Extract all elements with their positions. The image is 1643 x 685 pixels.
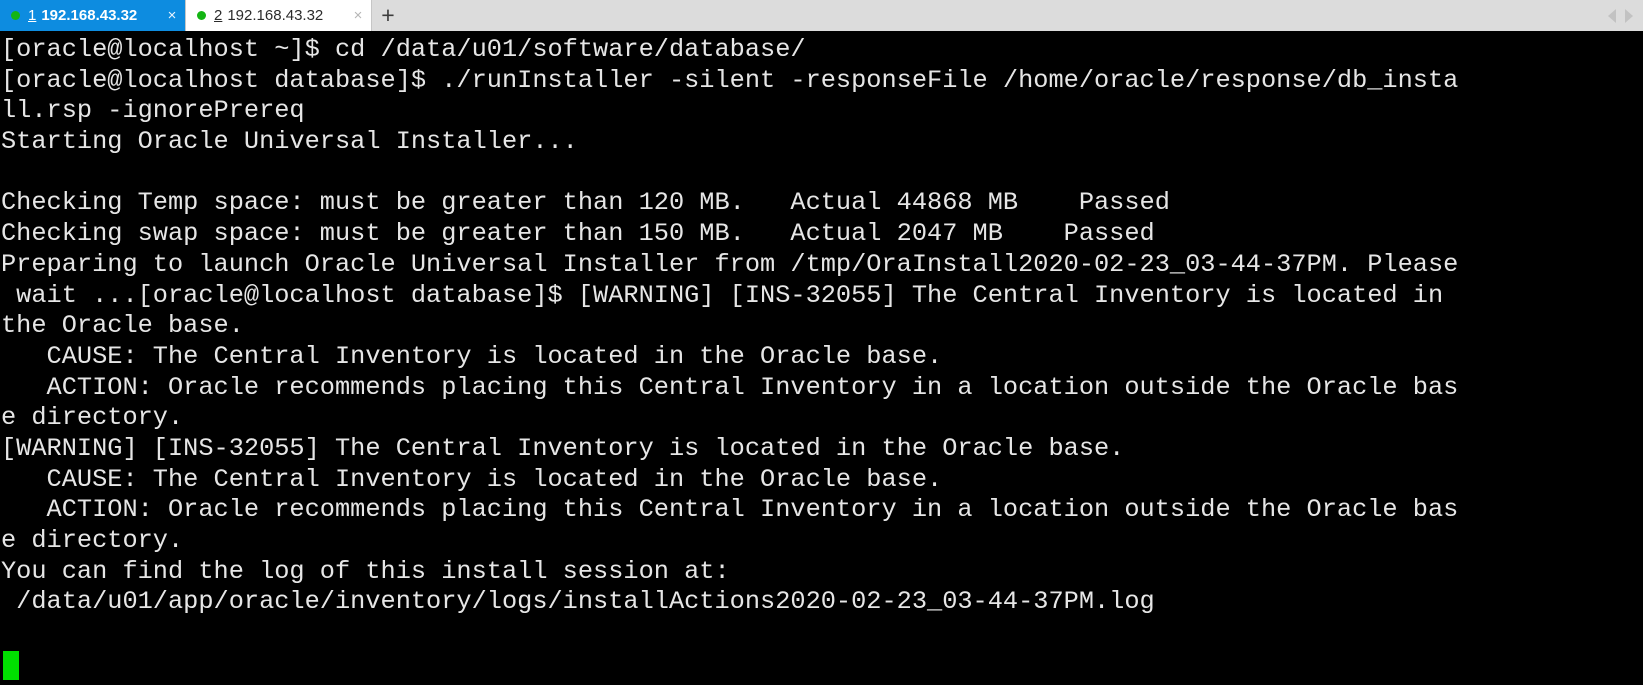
tab-close-icon[interactable]: ×	[159, 8, 185, 23]
terminal-line: CAUSE: The Central Inventory is located …	[1, 341, 943, 371]
terminal-line: Checking swap space: must be greater tha…	[1, 219, 1155, 249]
tab-bar-spacer	[404, 0, 1608, 31]
tab-1[interactable]: 1 192.168.43.32 ×	[0, 0, 185, 31]
tab-index-label: 2	[214, 7, 223, 24]
terminal-line: the Oracle base.	[1, 311, 244, 341]
terminal-line: ll.rsp -ignorePrereq	[1, 96, 305, 126]
terminal-line: e directory.	[1, 526, 184, 555]
terminal-line: [oracle@localhost ~]$ cd /data/u01/softw…	[1, 35, 806, 64]
tab-close-icon[interactable]: ×	[345, 8, 371, 23]
scroll-right-arrow-icon[interactable]	[1625, 8, 1633, 23]
terminal-line: CAUSE: The Central Inventory is located …	[1, 464, 943, 494]
terminal-line: ACTION: Oracle recommends placing this C…	[1, 495, 1459, 525]
tab-index-label: 1	[28, 7, 37, 24]
terminal-text: [oracle@localhost ~]$ cd /data/u01/softw…	[1, 35, 1643, 618]
terminal-output-area[interactable]: [oracle@localhost ~]$ cd /data/u01/softw…	[0, 31, 1643, 685]
tab-title-label: 192.168.43.32	[227, 7, 324, 24]
terminal-line: Preparing to launch Oracle Universal Ins…	[1, 249, 1459, 279]
terminal-line: [oracle@localhost database]$ ./runInstal…	[1, 65, 1459, 95]
tab-status-dot-icon	[11, 11, 20, 20]
tab-2[interactable]: 2 192.168.43.32 ×	[185, 0, 372, 31]
terminal-line: /data/u01/app/oracle/inventory/logs/inst…	[1, 587, 1155, 617]
tab-scroll-controls	[1608, 0, 1643, 31]
terminal-line: ACTION: Oracle recommends placing this C…	[1, 372, 1459, 402]
terminal-line: [WARNING] [INS-32055] The Central Invent…	[1, 433, 1125, 463]
scroll-left-arrow-icon[interactable]	[1608, 8, 1616, 23]
terminal-line: Starting Oracle Universal Installer...	[1, 127, 578, 157]
tab-title-label: 192.168.43.32	[41, 7, 138, 24]
terminal-line: Checking Temp space: must be greater tha…	[1, 188, 1170, 218]
terminal-line: e directory.	[1, 403, 184, 433]
terminal-line: You can find the log of this install ses…	[1, 556, 730, 586]
tab-bar: 1 192.168.43.32 × 2 192.168.43.32 × +	[0, 0, 1643, 31]
terminal-cursor	[3, 651, 19, 680]
terminal-line: wait ...[oracle@localhost database]$ [WA…	[1, 280, 1444, 310]
tab-status-dot-icon	[197, 11, 206, 20]
new-tab-button[interactable]: +	[372, 0, 404, 31]
